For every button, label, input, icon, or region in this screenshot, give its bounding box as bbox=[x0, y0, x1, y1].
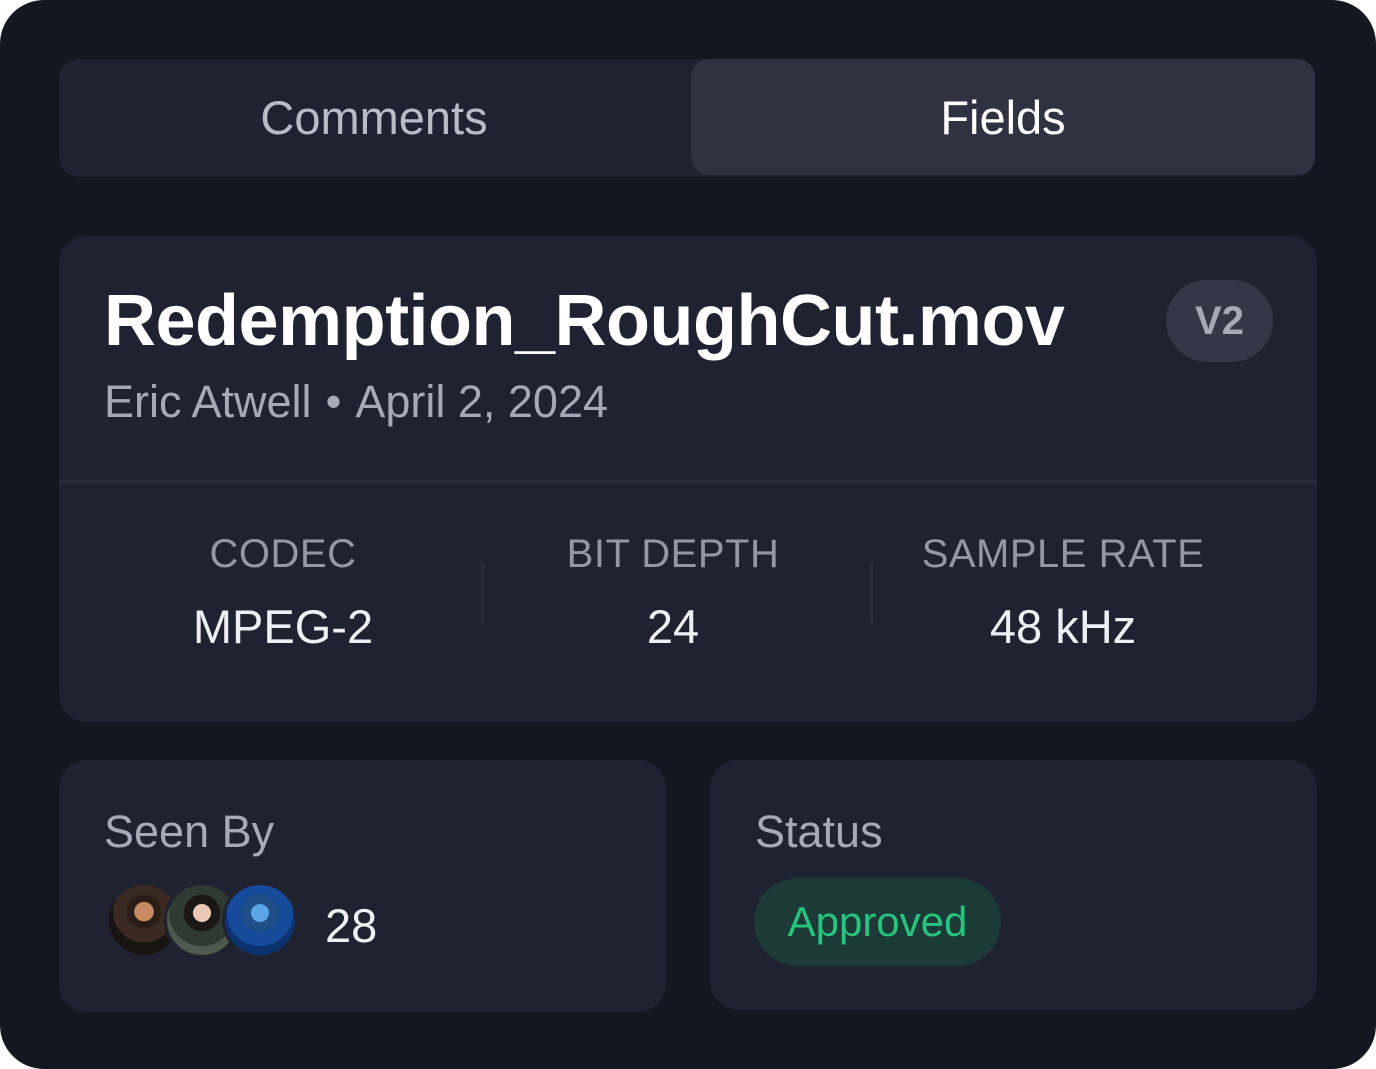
spec-value: 48 kHz bbox=[989, 600, 1137, 653]
status-badge[interactable]: Approved bbox=[754, 878, 1001, 966]
spec-label: BIT DEPTH bbox=[566, 532, 780, 576]
spec-value: 24 bbox=[646, 600, 700, 653]
spec-codec: CODEC MPEG-2 bbox=[88, 532, 478, 654]
file-meta: Eric Atwell • April 2, 2024 bbox=[104, 376, 608, 428]
spec-sample-rate: SAMPLE RATE 48 kHz bbox=[868, 532, 1258, 654]
seen-by-card: Seen By 28 bbox=[59, 760, 666, 1012]
file-info-card: Redemption_RoughCut.mov V2 Eric Atwell • A… bbox=[59, 236, 1317, 722]
status-card: Status Approved bbox=[710, 760, 1317, 1010]
file-name: Redemption_RoughCut.mov bbox=[104, 281, 1065, 361]
upload-date: April 2, 2024 bbox=[355, 376, 608, 427]
divider bbox=[59, 480, 1317, 483]
author-name: Eric Atwell bbox=[104, 376, 312, 427]
tab-comments[interactable]: Comments bbox=[59, 59, 689, 175]
tab-bar: Comments Fields bbox=[59, 59, 1315, 177]
meta-separator: • bbox=[325, 376, 342, 427]
spec-bit-depth: BIT DEPTH 24 bbox=[478, 532, 868, 654]
file-details-panel: Comments Fields Redemption_RoughCut.mov … bbox=[0, 0, 1376, 1069]
spec-value: MPEG-2 bbox=[192, 600, 374, 653]
spec-label: CODEC bbox=[209, 532, 357, 576]
version-badge[interactable]: V2 bbox=[1166, 280, 1273, 362]
tab-fields[interactable]: Fields bbox=[691, 59, 1315, 175]
avatar[interactable] bbox=[222, 882, 298, 958]
status-label: Status bbox=[755, 806, 883, 857]
avatar-stack[interactable] bbox=[106, 882, 306, 958]
seen-by-label: Seen By bbox=[104, 806, 275, 857]
seen-count: 28 bbox=[325, 899, 378, 952]
spec-label: SAMPLE RATE bbox=[921, 532, 1205, 576]
